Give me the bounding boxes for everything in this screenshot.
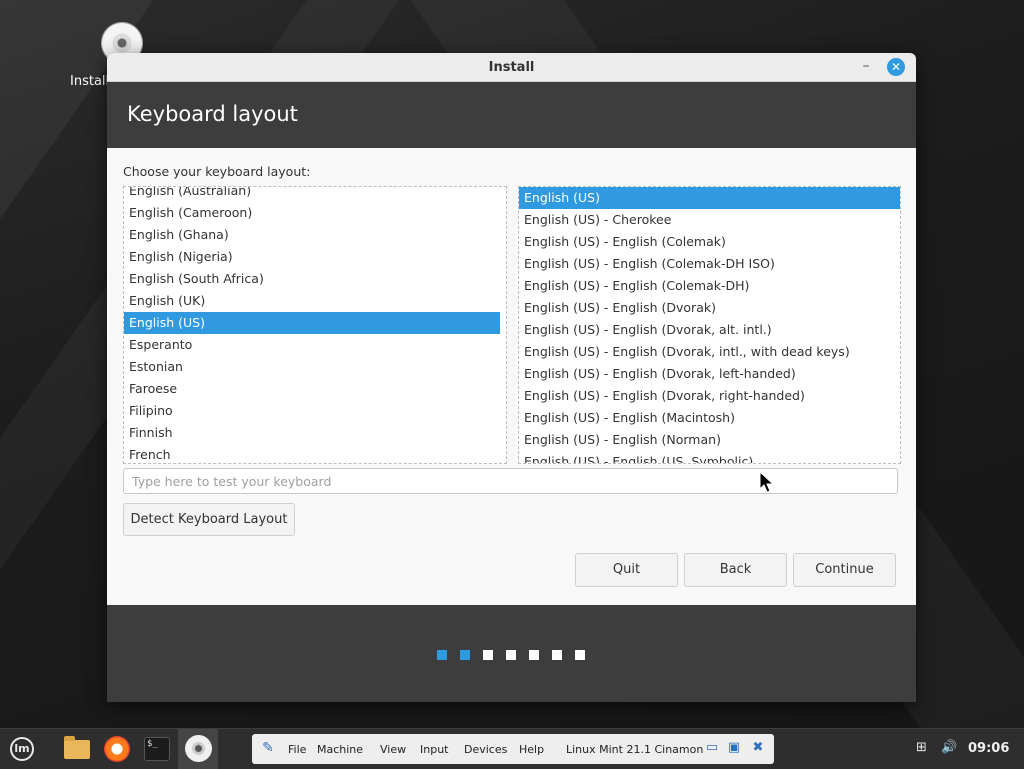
quit-button[interactable]: Quit [575, 553, 678, 587]
minimize-button[interactable]: – [857, 58, 875, 76]
vbox-menu-devices[interactable]: Devices [464, 743, 507, 756]
layout-list-item[interactable]: Estonian [124, 356, 500, 378]
layout-list-item[interactable]: English (UK) [124, 290, 500, 312]
layout-list-item[interactable]: English (US) [124, 312, 500, 334]
installer-task[interactable] [178, 729, 218, 769]
pin-icon[interactable]: ✎ [258, 738, 278, 758]
layout-list-item[interactable]: English (Cameroon) [124, 202, 500, 224]
layout-prompt: Choose your keyboard layout: [123, 164, 311, 179]
variant-list-item[interactable]: English (US) - English (Colemak-DH ISO) [519, 253, 900, 275]
progress-step-dot [460, 650, 470, 660]
progress-step-dot [506, 650, 516, 660]
terminal-icon: $_ [144, 737, 170, 761]
variant-list-item[interactable]: English (US) - English (Macintosh) [519, 407, 900, 429]
progress-step-dot [437, 650, 447, 660]
keyboard-test-input[interactable] [123, 468, 898, 494]
network-icon[interactable]: ⊞ [916, 740, 927, 755]
progress-step-dot [483, 650, 493, 660]
progress-dots [437, 650, 598, 660]
layout-list-item[interactable]: English (Australian) [124, 187, 500, 202]
volume-icon[interactable]: 🔊 [941, 740, 957, 755]
vbox-menu-view[interactable]: View [380, 743, 406, 756]
start-menu-button[interactable]: lm [6, 733, 38, 765]
taskbar: lm $_ ✎ File Machine View Input Devices Help … [0, 728, 1024, 769]
layout-list-item[interactable]: English (South Africa) [124, 268, 500, 290]
firefox-launcher[interactable] [101, 733, 133, 765]
page-header: Keyboard layout [107, 82, 916, 148]
layout-list-item[interactable]: French [124, 444, 500, 463]
layout-list[interactable]: English (Australian) English (Cameroon) En… [123, 186, 507, 464]
layout-list-item[interactable]: Filipino [124, 400, 500, 422]
folder-icon [64, 736, 90, 759]
vbox-menu-help[interactable]: Help [519, 743, 544, 756]
progress-step-dot [529, 650, 539, 660]
terminal-launcher[interactable]: $_ [141, 733, 173, 765]
back-button[interactable]: Back [684, 553, 787, 587]
layout-list-item[interactable]: Finnish [124, 422, 500, 444]
vbox-menu-machine[interactable]: Machine [317, 743, 363, 756]
vbox-menu-input[interactable]: Input [420, 743, 448, 756]
minimize-vm-icon[interactable]: ▭ [704, 740, 720, 756]
desktop-icon-label: Install [70, 74, 110, 89]
variant-list-item[interactable]: English (US) - Cherokee [519, 209, 900, 231]
close-button[interactable]: ✕ [887, 58, 905, 76]
variant-list-item[interactable]: English (US) - English (US, Symbolic) [519, 451, 900, 463]
variant-list-item[interactable]: English (US) - English (Dvorak) [519, 297, 900, 319]
fullscreen-vm-icon[interactable]: ▣ [726, 740, 742, 756]
variant-list-item[interactable]: English (US) - English (Dvorak, left-han… [519, 363, 900, 385]
variant-list-item[interactable]: English (US) [519, 187, 900, 209]
variant-list-item[interactable]: English (US) - English (Dvorak, intl., w… [519, 341, 900, 363]
files-launcher[interactable] [61, 733, 93, 765]
firefox-icon [104, 736, 130, 762]
continue-button[interactable]: Continue [793, 553, 896, 587]
progress-step-dot [575, 650, 585, 660]
clock[interactable]: 09:06 [968, 741, 1009, 756]
close-vm-icon[interactable]: ✖ [750, 740, 766, 756]
layout-list-item[interactable]: Faroese [124, 378, 500, 400]
variant-list-item[interactable]: English (US) - English (Norman) [519, 429, 900, 451]
layout-list-item[interactable]: English (Ghana) [124, 224, 500, 246]
vbox-menu-file[interactable]: File [288, 743, 306, 756]
disc-icon [185, 735, 212, 762]
vm-name: Linux Mint 21.1 Cinamon [566, 743, 704, 756]
virtualbox-menubar: ✎ File Machine View Input Devices Help Linux … [252, 734, 774, 764]
variant-list-item[interactable]: English (US) - English (Dvorak, alt. int… [519, 319, 900, 341]
mouse-cursor-icon [759, 470, 775, 493]
progress-step-dot [552, 650, 562, 660]
mint-logo-icon: lm [10, 737, 34, 761]
layout-list-item[interactable]: Esperanto [124, 334, 500, 356]
window-titlebar[interactable]: Install – ✕ [107, 53, 916, 82]
variant-list-item[interactable]: English (US) - English (Colemak) [519, 231, 900, 253]
variant-list-item[interactable]: English (US) - English (Dvorak, right-ha… [519, 385, 900, 407]
detect-keyboard-layout-button[interactable]: Detect Keyboard Layout [123, 503, 295, 536]
layout-list-item[interactable]: English (Nigeria) [124, 246, 500, 268]
content-area: Choose your keyboard layout: English (Au… [107, 148, 916, 605]
page-title: Keyboard layout [127, 102, 298, 126]
window-title: Install [488, 60, 535, 75]
variant-list-item[interactable]: English (US) - English (Colemak-DH) [519, 275, 900, 297]
variant-list[interactable]: English (US) English (US) - Cherokee Engli… [518, 186, 901, 464]
installer-window: Install – ✕ Keyboard layout Choose your … [107, 53, 916, 702]
progress-footer [107, 605, 916, 702]
